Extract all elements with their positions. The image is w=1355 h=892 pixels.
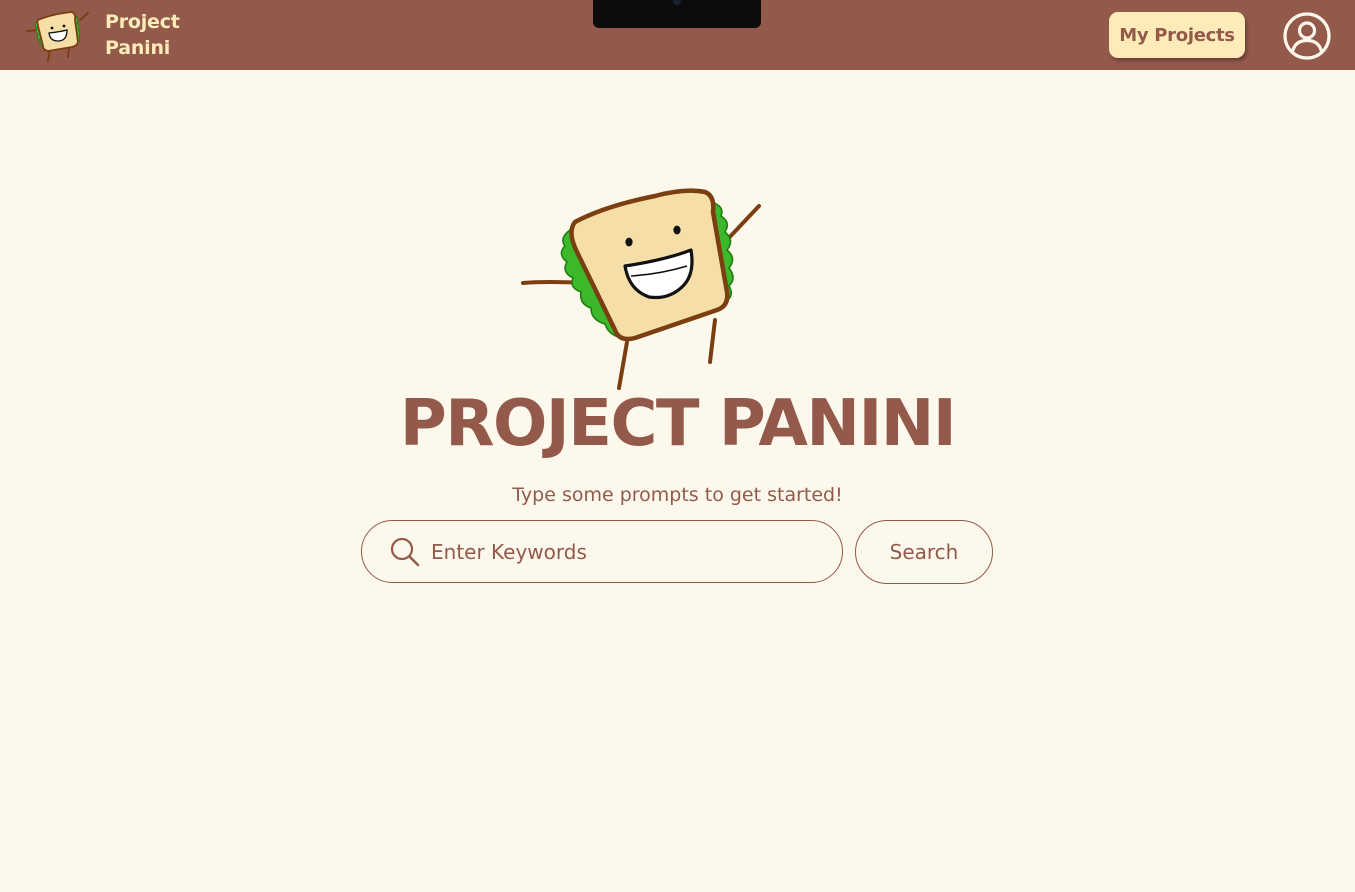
brand-name: Project Panini (105, 9, 180, 61)
brand-name-line1: Project (105, 11, 180, 33)
top-nav-bar: Project Panini My Projects (0, 0, 1355, 70)
hero-subtitle: Type some prompts to get started! (512, 484, 843, 506)
search-button[interactable]: Search (855, 520, 993, 584)
search-box[interactable] (361, 520, 843, 583)
hero-title: PROJECT PANINI (399, 387, 957, 461)
sandwich-mascot-illustration (521, 188, 761, 390)
search-icon (390, 537, 420, 566)
camera-dot (673, 0, 681, 5)
brand-name-line2: Panini (105, 37, 171, 59)
brand-home-link[interactable]: Project Panini (22, 6, 180, 64)
sandwich-mascot-icon (26, 11, 89, 62)
my-projects-button[interactable]: My Projects (1109, 12, 1245, 58)
search-input[interactable] (431, 539, 821, 564)
account-circle-icon (1283, 12, 1331, 60)
account-button[interactable] (1282, 11, 1332, 61)
camera-notch (593, 0, 761, 28)
